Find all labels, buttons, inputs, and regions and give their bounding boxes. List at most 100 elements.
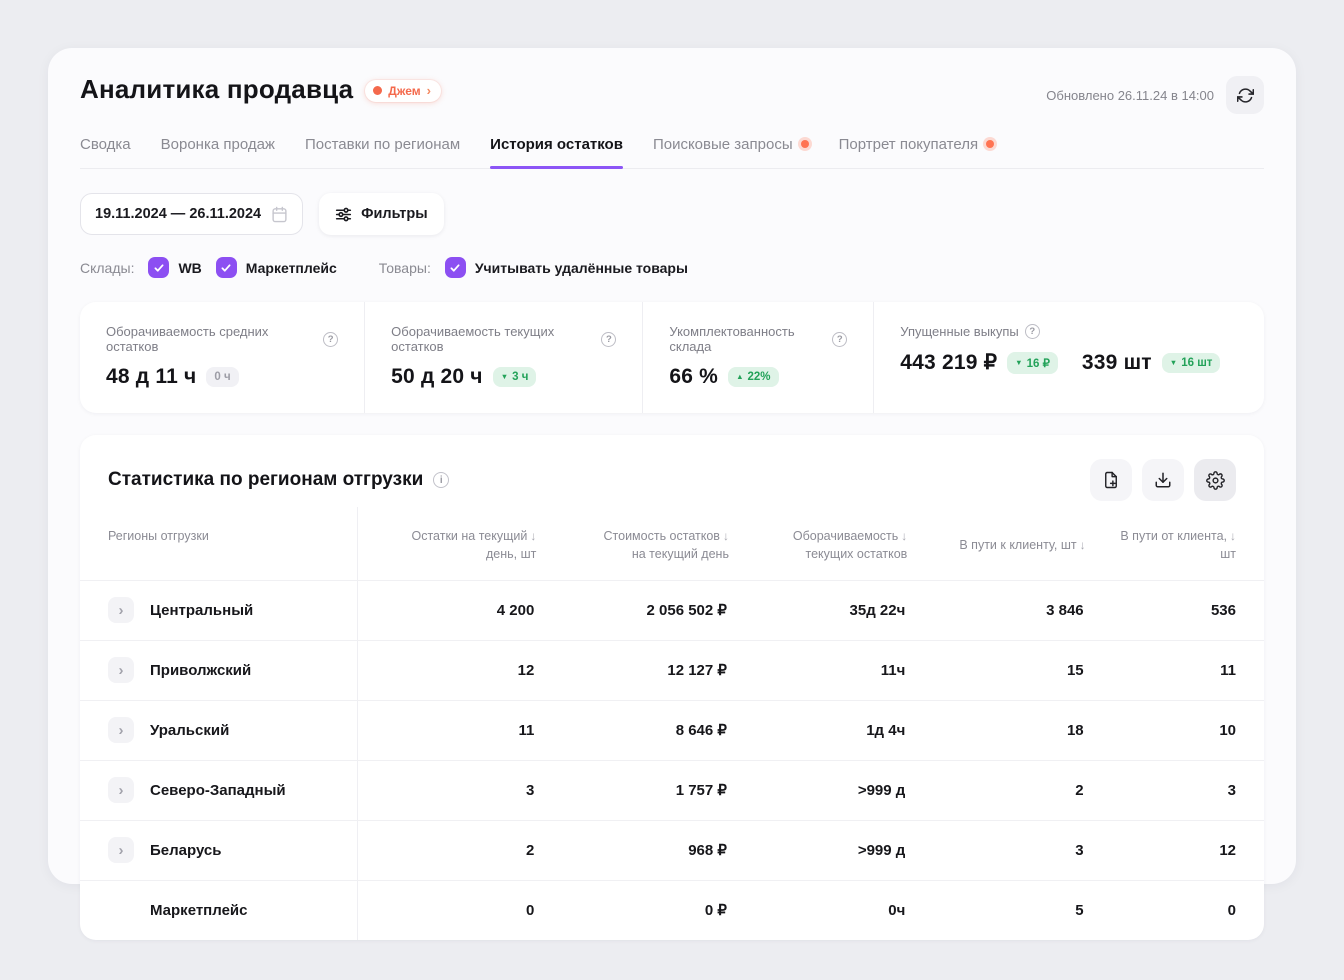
- table-header-row: Регионы отгрузки Остатки на текущий↓день…: [80, 507, 1264, 580]
- export-report-button[interactable]: [1090, 459, 1132, 501]
- region-name: Беларусь: [150, 842, 222, 859]
- from-client-value: 10: [1086, 722, 1264, 739]
- tab-buyer-portrait[interactable]: Портрет покупателя: [839, 136, 994, 168]
- checkbox-checked-icon: [216, 257, 237, 278]
- filters-button[interactable]: Фильтры: [319, 193, 443, 235]
- info-icon[interactable]: i: [433, 472, 449, 488]
- date-range-value: 19.11.2024 — 26.11.2024: [95, 206, 261, 222]
- stat-label: Оборачиваемость средних остатков: [106, 324, 317, 354]
- tab-sales-funnel[interactable]: Воронка продаж: [161, 136, 275, 168]
- kpi-stats-card: Оборачиваемость средних остатков ? 48 д …: [80, 302, 1264, 413]
- expand-row-button[interactable]: ›: [108, 657, 134, 683]
- stat-label: Упущенные выкупы: [900, 324, 1019, 339]
- plan-badge-label: Джем: [388, 84, 420, 98]
- checkbox-label: WB: [178, 260, 201, 276]
- stat-value: 66 %: [669, 365, 718, 389]
- expand-row-button[interactable]: ›: [108, 597, 134, 623]
- cost-value: 8 646 ₽: [536, 721, 729, 739]
- filter-row: 19.11.2024 — 26.11.2024 Фильтры: [80, 193, 1264, 235]
- stat-value: 48 д 11 ч: [106, 365, 196, 389]
- download-icon: [1154, 471, 1172, 489]
- tab-supplies-by-region[interactable]: Поставки по регионам: [305, 136, 460, 168]
- analytics-tabs: Сводка Воронка продаж Поставки по регион…: [80, 136, 1264, 169]
- arrow-down-icon: ▼: [1170, 359, 1177, 367]
- page-header: Аналитика продавца Джем › Обновлено 26.1…: [80, 74, 1264, 114]
- jam-plan-badge[interactable]: Джем ›: [365, 80, 441, 102]
- notification-dot-icon: [986, 140, 994, 148]
- turnover-value: 11ч: [729, 662, 907, 679]
- turnover-value: >999 д: [729, 782, 907, 799]
- help-icon[interactable]: ?: [601, 332, 616, 347]
- turnover-value: 35д 22ч: [729, 602, 907, 619]
- cost-value: 0 ₽: [536, 901, 729, 919]
- tab-stock-history[interactable]: История остатков: [490, 136, 623, 168]
- stat-change-badge: ▼16 ₽: [1007, 352, 1058, 374]
- turnover-value: 0ч: [729, 902, 907, 919]
- tab-label: Сводка: [80, 136, 131, 153]
- expand-row-button[interactable]: ›: [108, 837, 134, 863]
- tab-label: Поисковые запросы: [653, 136, 793, 153]
- to-client-value: 2: [907, 782, 1085, 799]
- to-client-value: 3: [907, 842, 1085, 859]
- checkbox-checked-icon: [148, 257, 169, 278]
- download-button[interactable]: [1142, 459, 1184, 501]
- to-client-value: 3 846: [907, 602, 1085, 619]
- stat-change-badge: ▼3 ч: [493, 367, 537, 387]
- stat-change-badge: 0 ч: [206, 367, 238, 387]
- chevron-right-icon: ›: [427, 84, 431, 97]
- stock-value: 4 200: [358, 602, 536, 619]
- checkbox-marketplace[interactable]: Маркетплейс: [216, 257, 337, 278]
- stock-value: 2: [358, 842, 536, 859]
- region-name: Приволжский: [150, 662, 251, 679]
- col-header-stock[interactable]: Остатки на текущий↓день, шт: [358, 507, 536, 580]
- table-row: › Уральский 11 8 646 ₽ 1д 4ч 18 10: [80, 700, 1264, 760]
- checkbox-label: Учитывать удалённые товары: [475, 260, 688, 276]
- help-icon[interactable]: ?: [1025, 324, 1040, 339]
- cost-value: 12 127 ₽: [536, 661, 729, 679]
- regions-statistics-card: Статистика по регионам отгрузки i: [80, 435, 1264, 940]
- table-row: › Беларусь 2 968 ₽ >999 д 3 12: [80, 820, 1264, 880]
- to-client-value: 5: [907, 902, 1085, 919]
- cost-value: 2 056 502 ₽: [536, 601, 729, 619]
- from-client-value: 3: [1086, 782, 1264, 799]
- expand-row-button[interactable]: ›: [108, 717, 134, 743]
- col-header-cost[interactable]: Стоимость остатков↓на текущий день: [536, 507, 729, 580]
- cost-value: 1 757 ₽: [536, 781, 729, 799]
- region-name: Маркетплейс: [150, 902, 247, 919]
- col-header-turnover[interactable]: Оборачиваемость↓текущих остатков: [729, 507, 907, 580]
- tab-label: Поставки по регионам: [305, 136, 460, 153]
- table-row: › Северо-Западный 3 1 757 ₽ >999 д 2 3: [80, 760, 1264, 820]
- from-client-value: 11: [1086, 662, 1264, 679]
- turnover-value: >999 д: [729, 842, 907, 859]
- cost-value: 968 ₽: [536, 841, 729, 859]
- checkbox-include-deleted[interactable]: Учитывать удалённые товары: [445, 257, 688, 278]
- stat-avg-stock-turnover: Оборачиваемость средних остатков ? 48 д …: [80, 302, 364, 413]
- stock-value: 12: [358, 662, 536, 679]
- checkbox-label: Маркетплейс: [246, 260, 337, 276]
- checkbox-wb[interactable]: WB: [148, 257, 201, 278]
- stat-missed-buyouts: Упущенные выкупы ? 443 219 ₽ ▼16 ₽ 339 ш…: [873, 302, 1264, 413]
- help-icon[interactable]: ?: [323, 332, 338, 347]
- filters-button-label: Фильтры: [361, 206, 427, 222]
- arrow-up-icon: ▲: [736, 373, 743, 381]
- tab-label: Воронка продаж: [161, 136, 275, 153]
- table-row: Маркетплейс 0 0 ₽ 0ч 5 0: [80, 880, 1264, 940]
- help-icon[interactable]: ?: [832, 332, 847, 347]
- seller-analytics-page: Аналитика продавца Джем › Обновлено 26.1…: [48, 48, 1296, 884]
- col-header-regions[interactable]: Регионы отгрузки: [80, 507, 358, 580]
- stat-change-badge: ▼16 шт: [1162, 353, 1221, 373]
- from-client-value: 0: [1086, 902, 1264, 919]
- from-client-value: 536: [1086, 602, 1264, 619]
- table-row: › Приволжский 12 12 127 ₽ 11ч 15 11: [80, 640, 1264, 700]
- expand-row-button[interactable]: ›: [108, 777, 134, 803]
- col-header-to-client[interactable]: В пути к клиенту, шт↓: [907, 516, 1085, 570]
- tab-summary[interactable]: Сводка: [80, 136, 131, 168]
- tab-search-queries[interactable]: Поисковые запросы: [653, 136, 809, 168]
- notification-dot-icon: [801, 140, 809, 148]
- date-range-picker[interactable]: 19.11.2024 — 26.11.2024: [80, 193, 303, 235]
- col-header-from-client[interactable]: В пути от клиента,↓шт: [1086, 507, 1264, 580]
- table-settings-button[interactable]: [1194, 459, 1236, 501]
- stat-label: Оборачиваемость текущих остатков: [391, 324, 595, 354]
- refresh-button[interactable]: [1226, 76, 1264, 114]
- stock-value: 11: [358, 722, 536, 739]
